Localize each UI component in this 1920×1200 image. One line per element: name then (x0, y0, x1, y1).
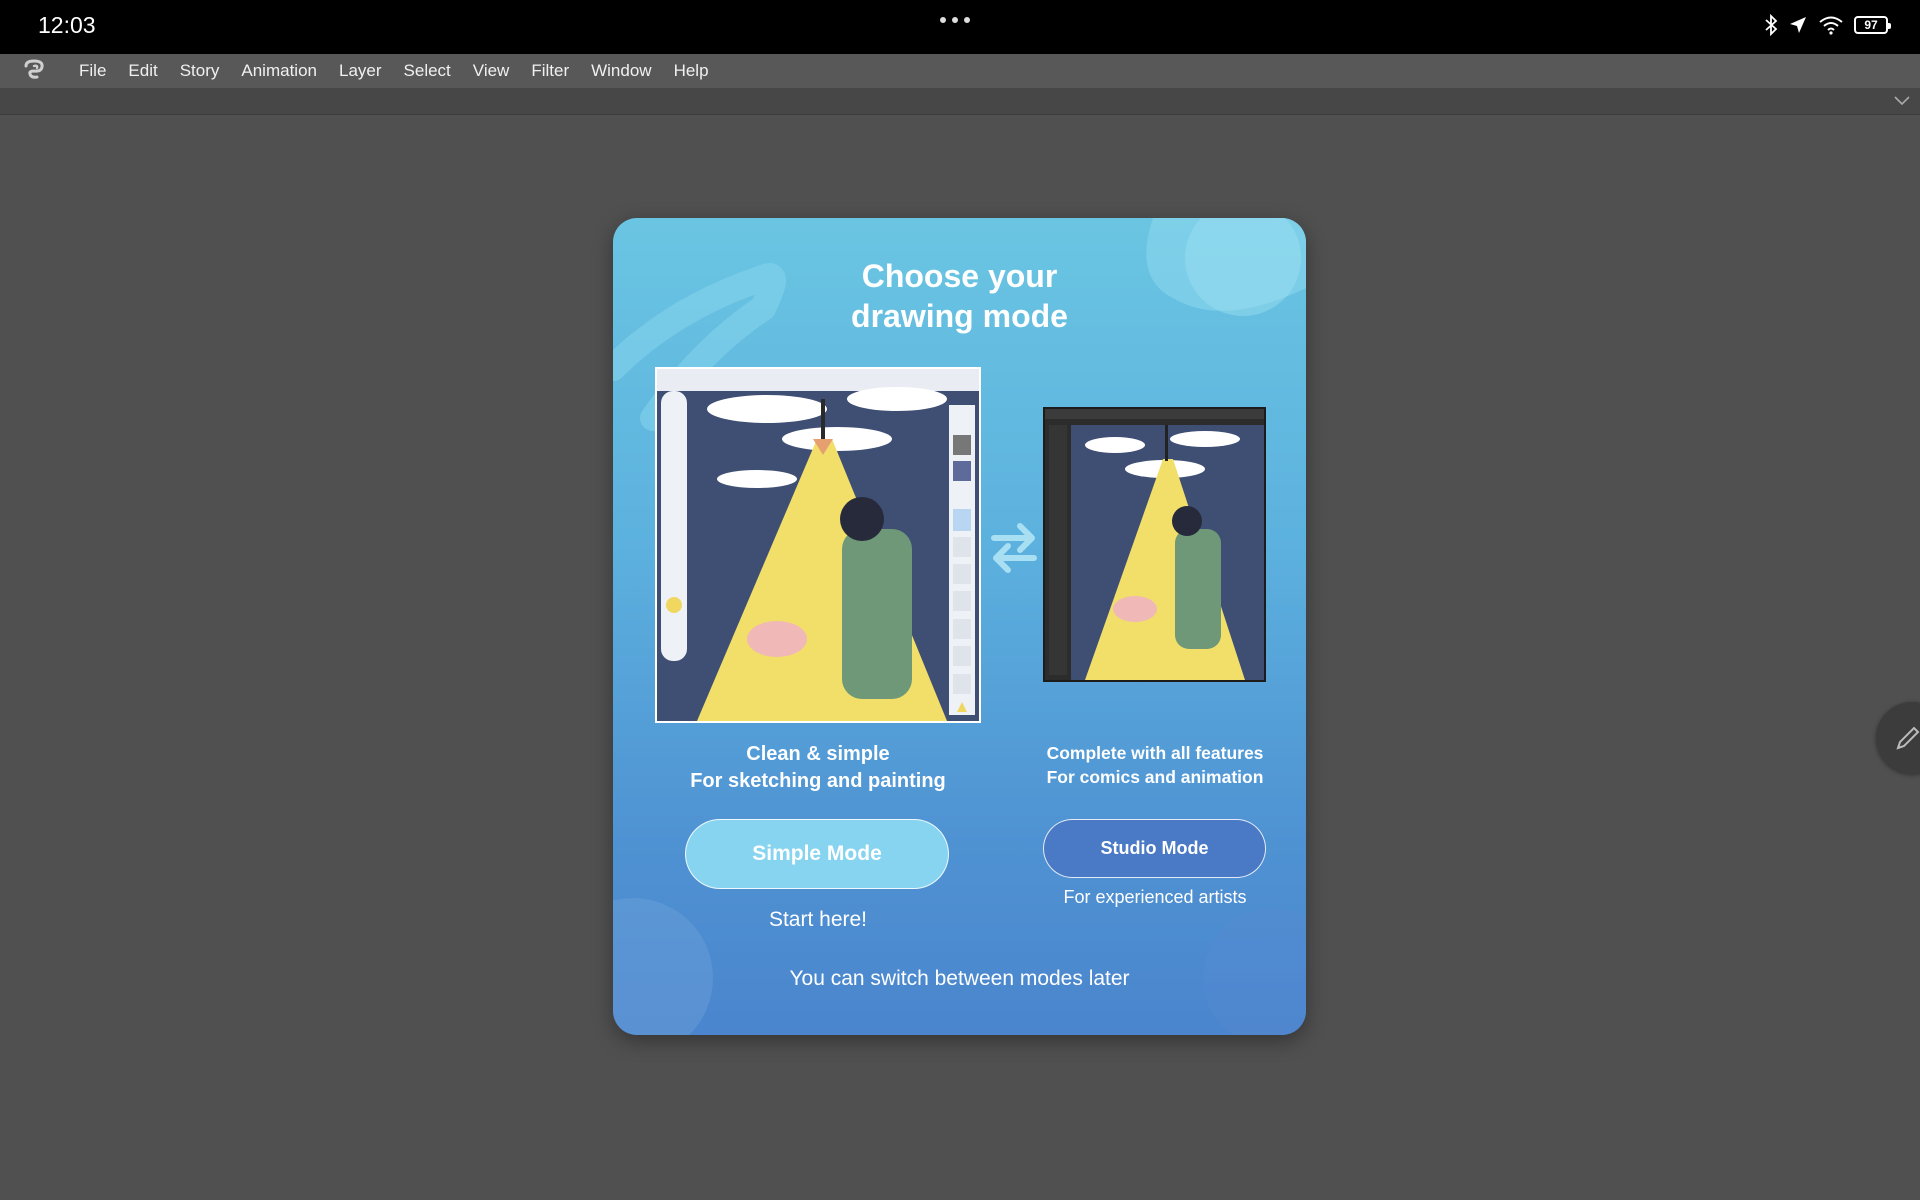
mode-dialog: Choose your drawing mode Clean & simple … (613, 218, 1306, 1035)
simple-mode-button[interactable]: Simple Mode (685, 819, 949, 889)
dialog-title: Choose your drawing mode (613, 256, 1306, 336)
menu-animation[interactable]: Animation (230, 54, 328, 88)
pencil-button[interactable] (1876, 702, 1920, 774)
menu-layer[interactable]: Layer (328, 54, 393, 88)
status-bar: 12:03 97 (0, 0, 1920, 54)
menu-file[interactable]: File (68, 54, 117, 88)
studio-mode-button[interactable]: Studio Mode (1043, 819, 1266, 878)
simple-caption-line1: Clean & simple (746, 743, 890, 765)
menu-story[interactable]: Story (169, 54, 231, 88)
studio-mode-preview-image (1043, 407, 1266, 682)
command-bar (0, 88, 1920, 115)
battery-icon: 97 (1854, 16, 1891, 34)
status-time: 12:03 (38, 12, 96, 38)
more-dots-icon[interactable] (940, 17, 970, 23)
menu-filter[interactable]: Filter (520, 54, 580, 88)
studio-mode-caption: Complete with all features For comics an… (1013, 741, 1297, 789)
simple-mode-note: Start here! (768, 908, 868, 931)
app-logo-icon[interactable] (0, 54, 68, 88)
simple-mode-caption: Clean & simple For sketching and paintin… (655, 741, 981, 795)
menu-window[interactable]: Window (580, 54, 662, 88)
simple-caption-line2: For sketching and painting (690, 770, 946, 792)
switch-modes-note: You can switch between modes later (789, 967, 1130, 990)
studio-caption-line2: For comics and animation (1046, 767, 1264, 787)
menu-help[interactable]: Help (663, 54, 720, 88)
chevron-down-icon[interactable] (1892, 91, 1912, 109)
dialog-title-line1: Choose your (861, 258, 1058, 294)
simple-mode-preview-image (655, 367, 981, 723)
dialog-title-line2: drawing mode (851, 298, 1068, 334)
wifi-icon (1819, 16, 1843, 35)
bluetooth-icon (1765, 14, 1778, 36)
menu-view[interactable]: View (462, 54, 521, 88)
menu-select[interactable]: Select (393, 54, 462, 88)
menu-bar: File Edit Story Animation Layer Select V… (0, 54, 1920, 88)
studio-caption-line1: Complete with all features (1046, 743, 1264, 763)
menu-edit[interactable]: Edit (117, 54, 168, 88)
studio-mode-note: For experienced artists (1063, 887, 1247, 907)
status-icons: 97 (1764, 14, 1891, 36)
location-icon (1790, 17, 1806, 33)
pencil-icon (1896, 726, 1920, 750)
swap-arrows-icon (991, 523, 1037, 573)
